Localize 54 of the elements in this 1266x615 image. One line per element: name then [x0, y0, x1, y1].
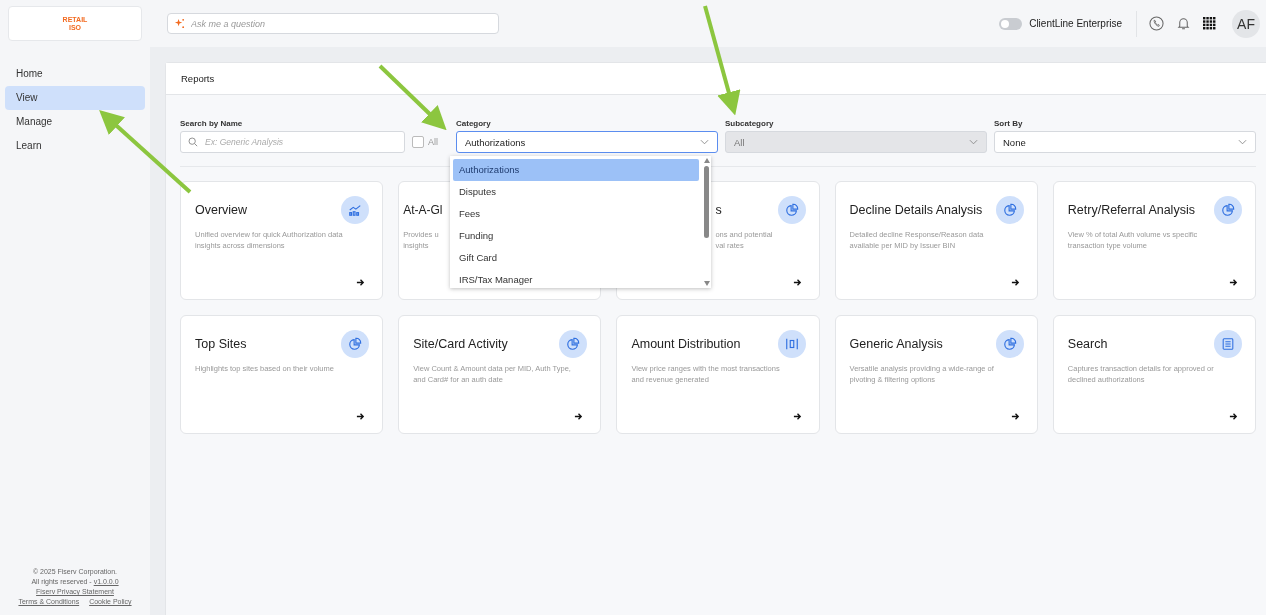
toggle-switch[interactable] — [999, 17, 1023, 30]
phone-icon[interactable] — [1149, 16, 1164, 31]
card-title: Search — [1067, 337, 1108, 351]
field-label: Category — [456, 119, 492, 128]
card-title: Decline Details Analysis — [849, 203, 983, 217]
arrow-right-icon[interactable] — [1229, 278, 1238, 287]
pie-chart-icon — [995, 196, 1024, 224]
arrow-right-icon[interactable] — [356, 412, 366, 421]
user-avatar[interactable]: AF — [1232, 9, 1260, 38]
sidebar-item[interactable]: Manage — [5, 110, 145, 134]
apps-grid-icon[interactable] — [1203, 17, 1216, 30]
card-title: Amount Distribution — [631, 337, 741, 351]
card-title: Site/Card Activity — [413, 337, 508, 351]
field-label: Subcategory — [725, 119, 775, 128]
ask-field[interactable]: Ask me a question — [167, 13, 499, 34]
checkbox-label: All — [428, 137, 438, 147]
card-title: Retry/Referral Analysis — [1067, 203, 1195, 217]
pie-chart-icon — [995, 330, 1024, 358]
field-label: Sort By — [994, 119, 1024, 128]
card-title: s — [715, 203, 722, 217]
arrow-right-icon[interactable] — [1010, 278, 1020, 287]
field-label: Search by Name — [180, 119, 244, 128]
list-icon — [1214, 330, 1242, 358]
select-field[interactable]: Authorizations — [456, 131, 718, 153]
chevron-icon — [969, 139, 978, 145]
sidebar-item[interactable]: Home — [5, 62, 145, 86]
pie-chart-icon — [777, 196, 806, 224]
pie-chart-icon — [559, 330, 588, 358]
pie-chart-icon — [341, 330, 370, 358]
card-title: Generic Analysis — [849, 337, 943, 351]
checkbox[interactable] — [412, 136, 424, 148]
sidebar-item[interactable]: View — [5, 86, 145, 110]
card-title: At-A-Gl — [403, 203, 443, 217]
chart-icon — [341, 196, 370, 224]
annotation-arrow — [378, 64, 447, 131]
sidebar-item[interactable]: Learn — [5, 134, 145, 158]
search-field[interactable]: Ex: Generic Analysis — [180, 131, 405, 153]
card-title: Top Sites — [195, 337, 247, 351]
bell-icon[interactable] — [1176, 16, 1191, 31]
arrow-right-icon[interactable] — [792, 278, 802, 287]
arrow-right-icon[interactable] — [574, 412, 584, 421]
chevron-icon — [700, 139, 709, 145]
arrow-right-icon[interactable] — [792, 412, 802, 421]
toggle-label: ClientLine Enterprise — [1029, 18, 1122, 29]
pie-chart-icon — [1214, 196, 1242, 224]
bracket-icon — [777, 330, 806, 358]
panel-title: Reports — [181, 73, 215, 84]
arrow-right-icon[interactable] — [1229, 412, 1238, 421]
card-title: Overview — [195, 203, 248, 217]
select-field[interactable]: None — [994, 131, 1256, 153]
arrow-right-icon[interactable] — [356, 278, 366, 287]
chevron-icon — [1238, 139, 1247, 145]
dropdown-option[interactable]: Authorizations — [453, 159, 699, 181]
arrow-right-icon[interactable] — [1010, 412, 1020, 421]
